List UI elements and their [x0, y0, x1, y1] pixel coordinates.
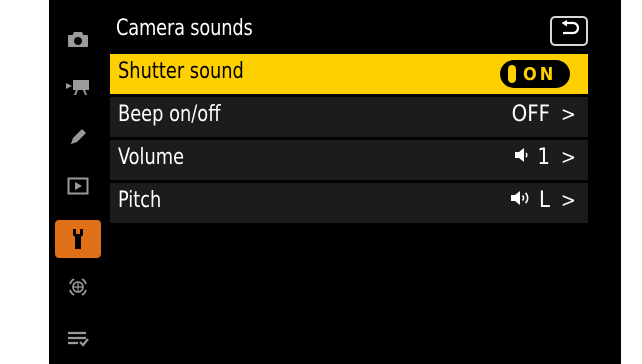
menu-header: Camera sounds: [110, 14, 588, 50]
camera-screen: Camera sounds Shutter sound ON Beep on/o…: [49, 0, 621, 364]
speaker-high-icon: [509, 188, 533, 213]
frame: Camera sounds Shutter sound ON Beep on/o…: [0, 0, 642, 364]
menu-item-beep[interactable]: Beep on/off OFF >: [110, 97, 588, 137]
tab-movie-shooting[interactable]: [55, 68, 101, 106]
camera-icon: [67, 30, 89, 48]
wrench-icon: [71, 228, 85, 250]
volume-value: 1: [537, 145, 550, 170]
tab-custom-settings[interactable]: [55, 118, 101, 156]
return-arrow-icon: [558, 20, 580, 42]
back-button[interactable]: [550, 16, 588, 46]
menu-tabs: [49, 0, 105, 364]
menu-item-pitch[interactable]: Pitch L >: [110, 183, 588, 223]
toggle-knob: [508, 65, 516, 83]
menu-item-label: Beep on/off: [118, 102, 221, 127]
chevron-right-icon: >: [560, 102, 576, 126]
pitch-value: L: [538, 188, 550, 213]
playback-icon: [67, 177, 89, 195]
menu-item-label: Pitch: [118, 188, 162, 213]
page-title: Camera sounds: [116, 16, 253, 41]
tab-setup[interactable]: [55, 220, 101, 258]
tab-my-menu[interactable]: [55, 320, 101, 358]
menu-item-label: Volume: [118, 145, 185, 170]
pencil-icon: [68, 127, 88, 147]
chevron-right-icon: >: [560, 188, 576, 212]
tab-photo-shooting[interactable]: [55, 20, 101, 58]
menu-item-value: L: [509, 188, 550, 213]
shutter-sound-toggle[interactable]: ON: [500, 60, 570, 88]
my-menu-icon: [67, 330, 89, 348]
network-icon: [67, 276, 89, 298]
toggle-value: ON: [523, 63, 557, 85]
menu-item-value: OFF: [512, 102, 550, 127]
menu-item-volume[interactable]: Volume 1 >: [110, 140, 588, 180]
menu-item-value: 1: [513, 145, 550, 170]
menu-item-label: Shutter sound: [118, 59, 244, 84]
tab-playback[interactable]: [55, 167, 101, 205]
chevron-right-icon: >: [560, 145, 576, 169]
movie-camera-icon: [65, 78, 91, 96]
beep-value: OFF: [511, 102, 550, 127]
speaker-low-icon: [513, 145, 531, 170]
menu-item-shutter-sound[interactable]: Shutter sound ON: [110, 54, 588, 94]
tab-network[interactable]: [55, 268, 101, 306]
